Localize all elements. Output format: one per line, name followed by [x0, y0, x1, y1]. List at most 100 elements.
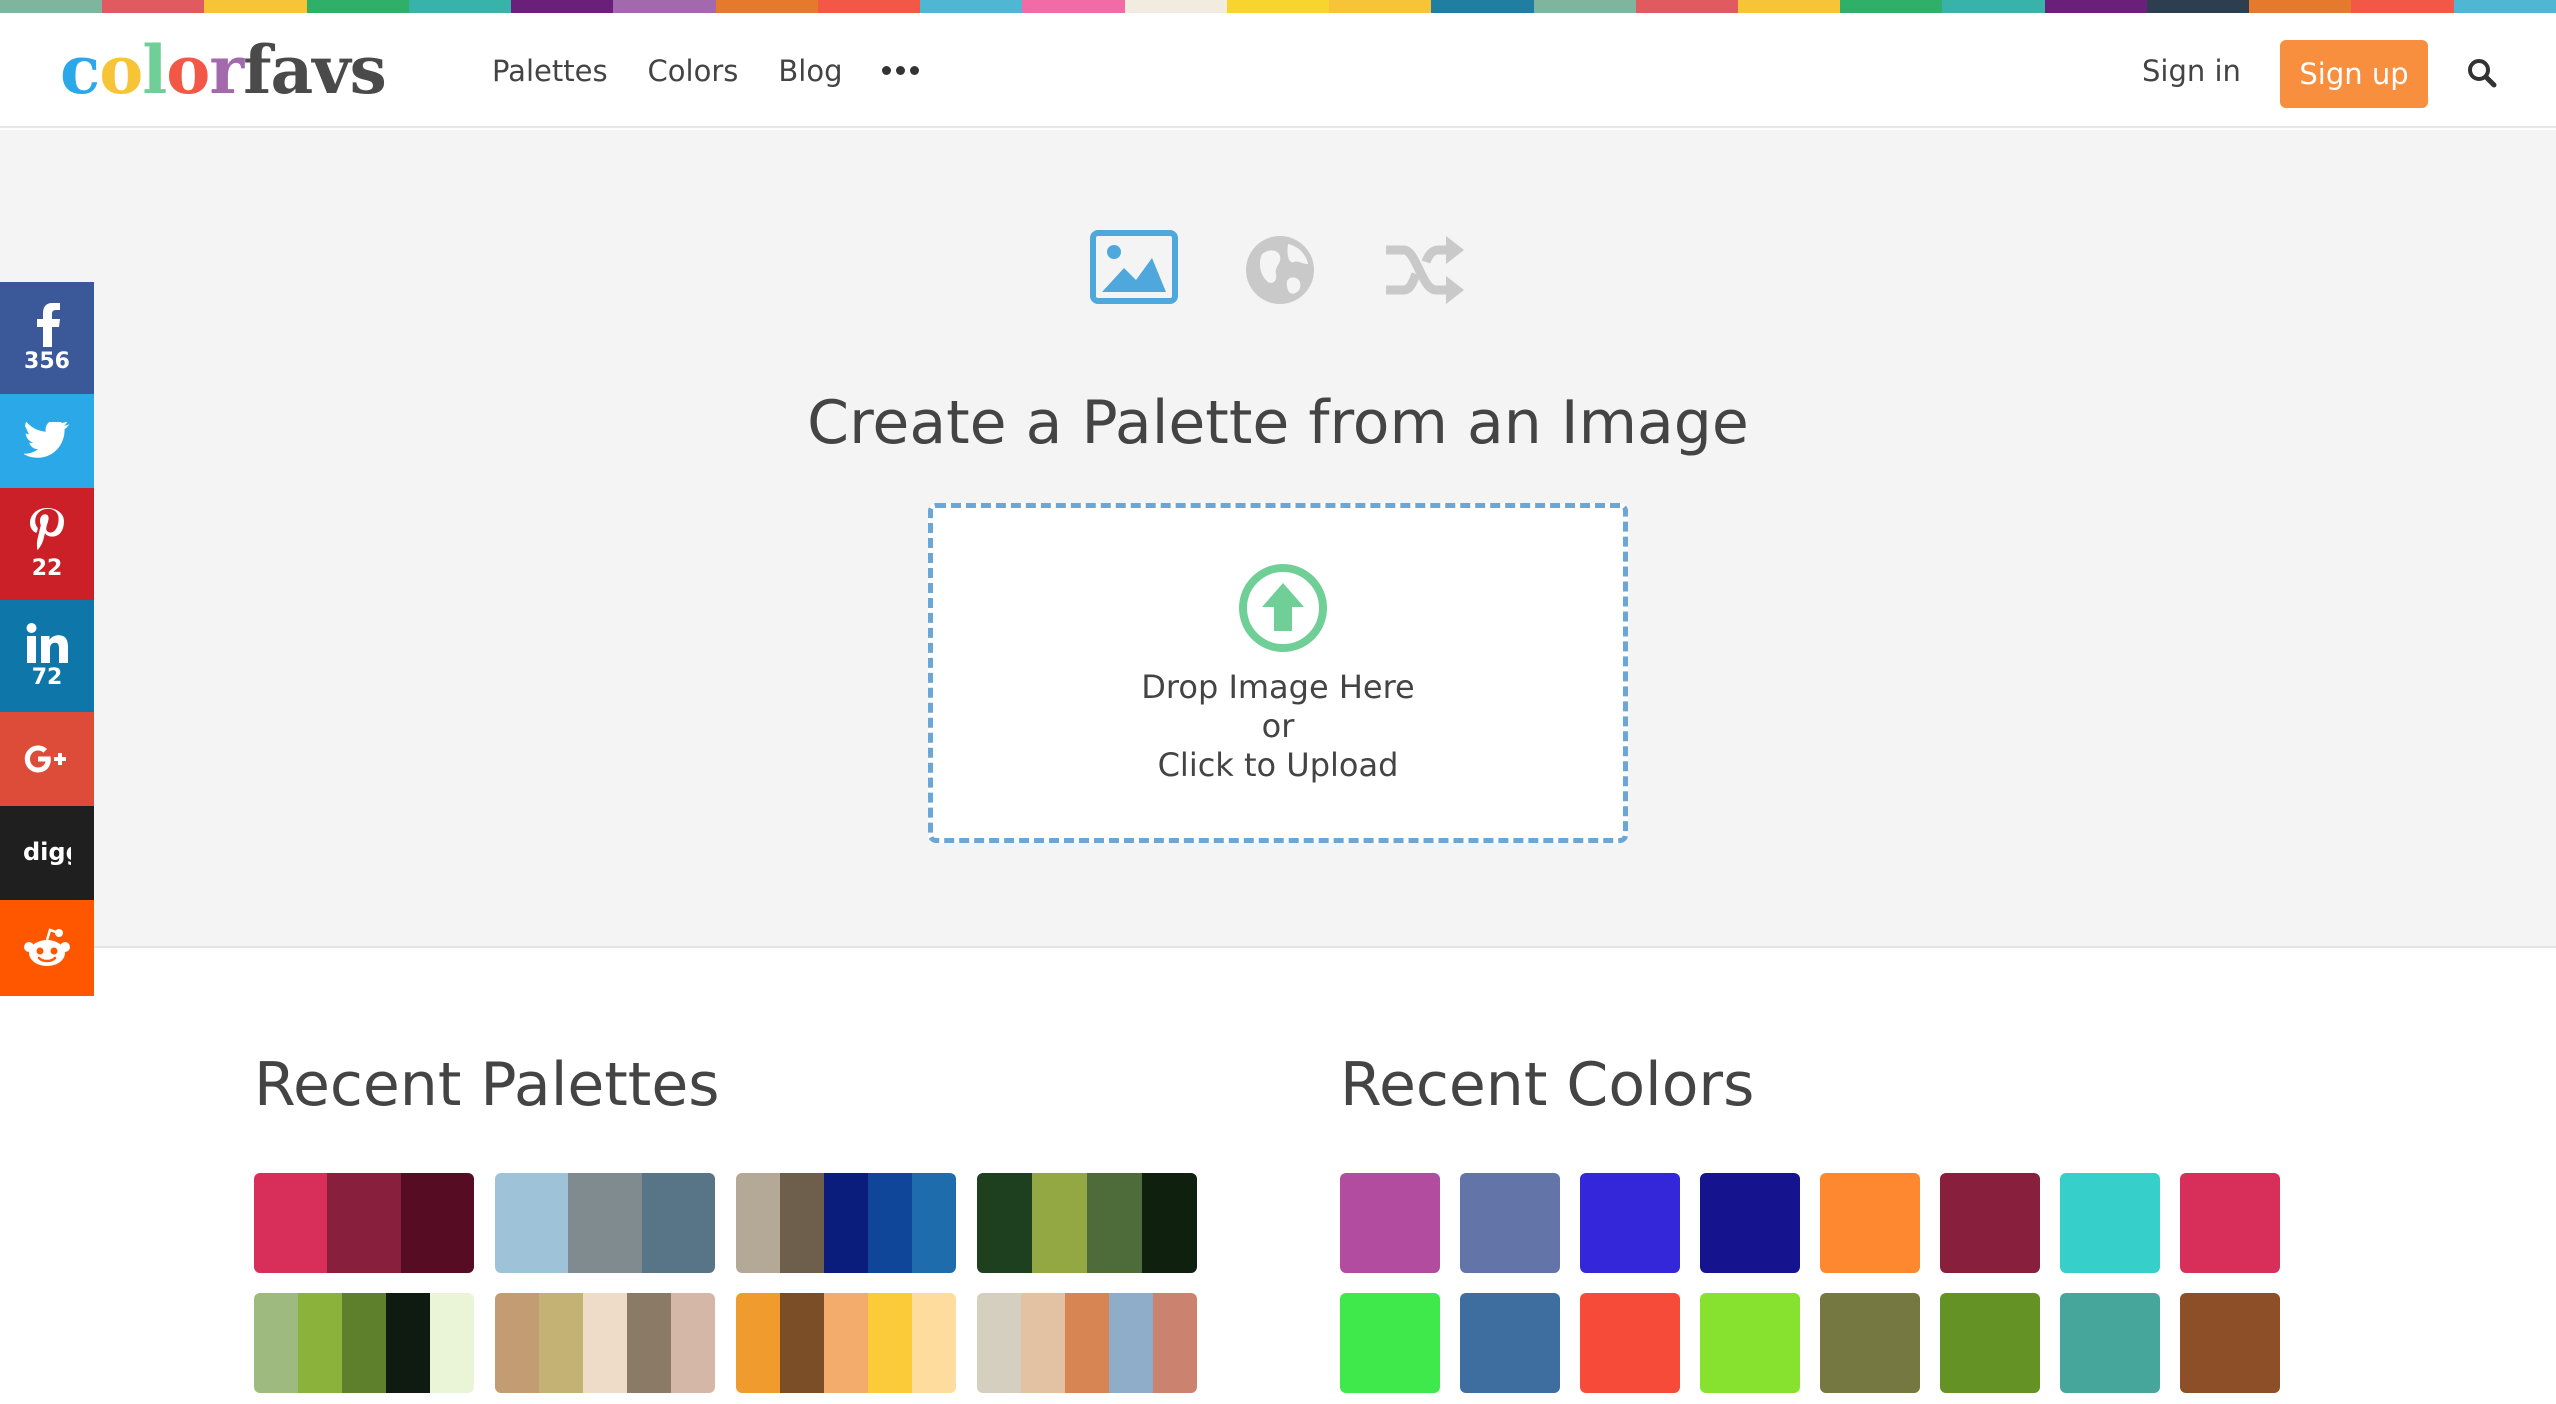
- stripe-segment: [2351, 0, 2454, 13]
- palette-color-band: [254, 1173, 328, 1273]
- stripe-segment: [920, 0, 1023, 13]
- color-swatch[interactable]: [1940, 1173, 2040, 1273]
- color-swatch[interactable]: [1580, 1173, 1680, 1273]
- palette-color-band: [780, 1293, 824, 1393]
- palette-color-band: [1153, 1293, 1197, 1393]
- palette-card[interactable]: [736, 1173, 956, 1273]
- color-swatch[interactable]: [1940, 1293, 2040, 1393]
- recent-colors-title: Recent Colors: [1340, 1050, 1755, 1120]
- stripe-segment: [1942, 0, 2045, 13]
- palette-color-band: [254, 1293, 298, 1393]
- social-share-bar: 356 22 72 digg: [0, 282, 94, 996]
- digg-icon: digg: [23, 838, 71, 868]
- color-swatch[interactable]: [1460, 1293, 1560, 1393]
- sign-up-button[interactable]: Sign up: [2280, 40, 2428, 108]
- palette-color-band: [298, 1293, 342, 1393]
- recent-colors-grid: [1340, 1173, 2284, 1393]
- palette-color-band: [977, 1173, 1032, 1273]
- dropzone-text: Drop Image Here or Click to Upload: [933, 668, 1623, 785]
- image-upload-dropzone[interactable]: Drop Image Here or Click to Upload: [928, 503, 1628, 843]
- colorfavs-logo[interactable]: colorfavs: [60, 31, 387, 109]
- palette-color-band: [342, 1293, 386, 1393]
- color-swatch[interactable]: [1820, 1173, 1920, 1273]
- palette-card[interactable]: [254, 1173, 474, 1273]
- shuffle-icon[interactable]: [1382, 232, 1468, 312]
- facebook-icon: [30, 302, 64, 347]
- nav-colors[interactable]: Colors: [648, 54, 739, 88]
- search-icon[interactable]: [2466, 57, 2498, 89]
- logo-letter: r: [209, 31, 244, 109]
- nav-blog[interactable]: Blog: [778, 54, 842, 88]
- logo-letter: v: [312, 31, 350, 109]
- color-swatch[interactable]: [2180, 1293, 2280, 1393]
- logo-letter: s: [349, 31, 387, 109]
- palette-card[interactable]: [736, 1293, 956, 1393]
- stripe-segment: [1533, 0, 1636, 13]
- palette-color-band: [780, 1173, 824, 1273]
- palette-card[interactable]: [977, 1173, 1197, 1273]
- recent-palettes-grid: [254, 1173, 1198, 1393]
- dropzone-line-1: Drop Image Here: [1141, 668, 1415, 706]
- color-swatch[interactable]: [1460, 1173, 1560, 1273]
- google-plus-icon: [24, 744, 70, 774]
- globe-icon[interactable]: [1244, 234, 1316, 310]
- palette-color-band: [641, 1173, 715, 1273]
- ellipsis-icon[interactable]: [882, 66, 920, 75]
- stripe-segment: [1124, 0, 1227, 13]
- share-reddit-button[interactable]: [0, 900, 94, 996]
- color-swatch[interactable]: [1340, 1293, 1440, 1393]
- share-pinterest-button[interactable]: 22: [0, 488, 94, 600]
- color-swatch[interactable]: [1820, 1293, 1920, 1393]
- logo-letter: a: [270, 31, 314, 109]
- dropzone-line-3: Click to Upload: [1157, 746, 1399, 784]
- palette-color-band: [539, 1293, 583, 1393]
- sign-in-link[interactable]: Sign in: [2142, 13, 2241, 128]
- share-count: 72: [31, 664, 63, 690]
- linkedin-icon: [26, 622, 68, 663]
- image-icon[interactable]: [1090, 230, 1178, 308]
- palette-color-band: [1065, 1293, 1109, 1393]
- palette-card[interactable]: [495, 1173, 715, 1273]
- share-linkedin-button[interactable]: 72: [0, 600, 94, 712]
- reddit-icon: [23, 927, 71, 969]
- logo-letter: o: [99, 31, 143, 109]
- color-swatch[interactable]: [2060, 1173, 2160, 1273]
- stripe-segment: [2249, 0, 2352, 13]
- palette-color-band: [824, 1293, 868, 1393]
- stripe-segment: [2146, 0, 2250, 13]
- palette-color-band: [824, 1173, 868, 1273]
- color-swatch[interactable]: [1580, 1293, 1680, 1393]
- palette-color-band: [583, 1293, 627, 1393]
- share-digg-button[interactable]: digg: [0, 806, 94, 900]
- stripe-segment: [817, 0, 921, 13]
- color-swatch[interactable]: [1700, 1173, 1800, 1273]
- stripe-segment: [0, 0, 103, 13]
- color-swatch[interactable]: [1340, 1173, 1440, 1273]
- twitter-icon: [24, 422, 70, 460]
- palette-color-band: [868, 1293, 912, 1393]
- svg-text:digg: digg: [23, 838, 71, 866]
- logo-letter: c: [60, 31, 100, 109]
- color-swatch[interactable]: [2060, 1293, 2160, 1393]
- palette-color-band: [1109, 1293, 1153, 1393]
- stripe-segment: [1329, 0, 1432, 13]
- palette-card[interactable]: [977, 1293, 1197, 1393]
- palette-color-band: [400, 1173, 474, 1273]
- color-swatch[interactable]: [1700, 1293, 1800, 1393]
- stripe-segment: [1635, 0, 1738, 13]
- palette-color-band: [1021, 1293, 1065, 1393]
- top-color-stripe: [0, 0, 2556, 13]
- palette-card[interactable]: [254, 1293, 474, 1393]
- palette-color-band: [977, 1293, 1021, 1393]
- palette-color-band: [327, 1173, 401, 1273]
- share-facebook-button[interactable]: 356: [0, 282, 94, 394]
- share-googleplus-button[interactable]: [0, 712, 94, 806]
- nav-palettes[interactable]: Palettes: [492, 54, 608, 88]
- palette-card[interactable]: [495, 1293, 715, 1393]
- share-twitter-button[interactable]: [0, 394, 94, 488]
- palette-color-band: [430, 1293, 474, 1393]
- stripe-segment: [306, 0, 409, 13]
- color-swatch[interactable]: [2180, 1173, 2280, 1273]
- recent-palettes-title: Recent Palettes: [254, 1050, 720, 1120]
- stripe-segment: [1840, 0, 1943, 13]
